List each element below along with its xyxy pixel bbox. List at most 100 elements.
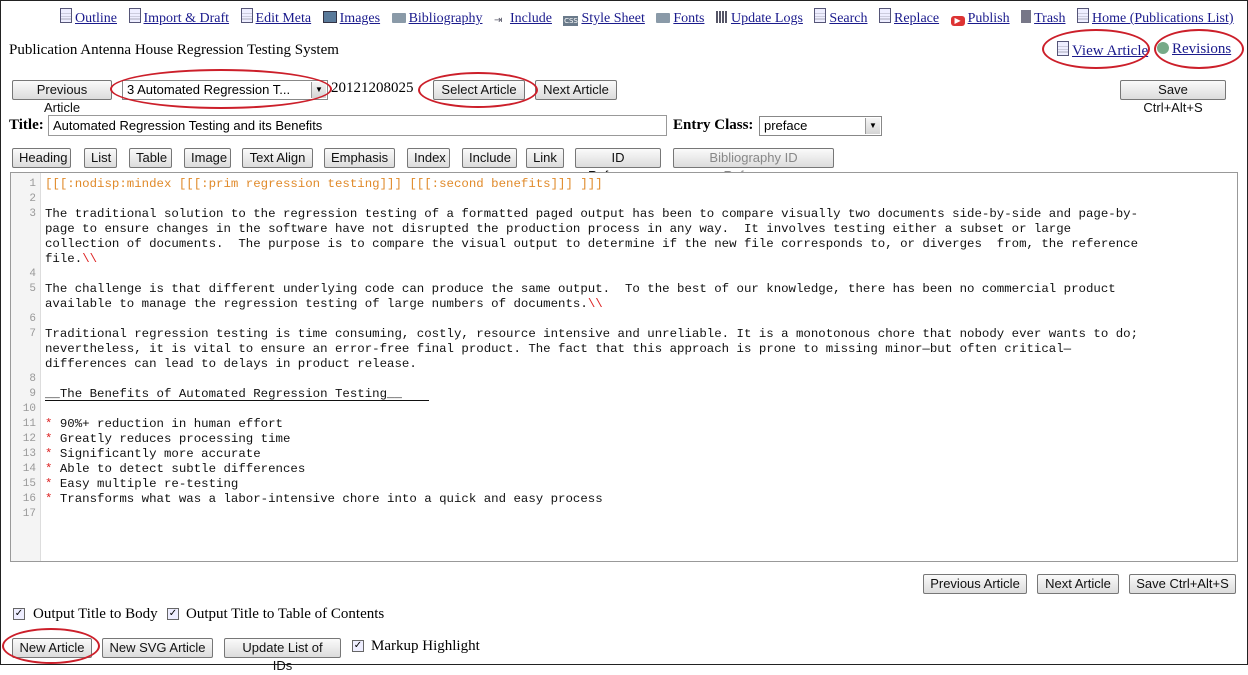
nav-images[interactable]: Images: [322, 11, 380, 27]
line-number: 9: [29, 388, 36, 400]
code-line: Traditional regression testing is time c…: [45, 327, 1139, 341]
line-number: 11: [22, 418, 36, 430]
nav-link[interactable]: Trash: [1034, 11, 1065, 26]
nav-outline[interactable]: Outline: [60, 8, 117, 27]
markup-highlight-label: Markup Highlight: [371, 638, 480, 654]
code-line: page to ensure changes in the software h…: [45, 222, 1072, 236]
article-select[interactable]: 3 Automated Regression T... ▼: [122, 80, 328, 100]
line-number: 12: [22, 433, 36, 445]
nav-style-sheet[interactable]: CSS Style Sheet: [563, 11, 645, 27]
doc-icon: [60, 8, 72, 23]
bottom-next-article-button[interactable]: Next Article: [1037, 574, 1119, 594]
output-title-toc-checkbox[interactable]: ✓: [167, 608, 179, 620]
nav-link[interactable]: Images: [340, 11, 380, 26]
nav-replace[interactable]: Replace: [879, 8, 939, 27]
previous-article-button[interactable]: Previous Article: [12, 80, 112, 115]
entry-class-value: preface: [764, 118, 808, 133]
grid-icon: [715, 11, 728, 23]
nav-link[interactable]: Replace: [894, 11, 939, 26]
line-number: 6: [29, 313, 36, 325]
nav-link[interactable]: Search: [829, 11, 867, 26]
folder-icon: [656, 13, 671, 23]
id-reference-button[interactable]: ID Reference: [575, 148, 661, 183]
revisions-icon: [1157, 42, 1169, 54]
nav-link[interactable]: Home (Publications List): [1092, 11, 1234, 26]
nav-search[interactable]: Search: [814, 8, 868, 27]
trash-icon: [1021, 10, 1032, 23]
include-button[interactable]: Include: [462, 148, 517, 168]
update-list-of-ids-button[interactable]: Update List of IDs: [224, 638, 341, 673]
top-nav: Outline Import & Draft Edit Meta Images …: [60, 8, 1242, 28]
nav-trash[interactable]: Trash: [1021, 10, 1066, 27]
bottom-save-button[interactable]: Save Ctrl+Alt+S: [1129, 574, 1236, 594]
nav-link[interactable]: Include: [510, 11, 552, 26]
revisions-link[interactable]: Revisions: [1157, 41, 1231, 58]
include-icon: ⇥: [493, 15, 503, 26]
nav-link[interactable]: Edit Meta: [256, 11, 312, 26]
output-title-body-checkbox[interactable]: ✓: [13, 608, 25, 620]
bottom-previous-article-button[interactable]: Previous Article: [923, 574, 1027, 594]
nav-link[interactable]: Update Logs: [731, 11, 803, 26]
list-item-text: Greatly reduces processing time: [59, 432, 291, 446]
nav-import-draft[interactable]: Import & Draft: [128, 8, 230, 27]
line-number: 3: [29, 208, 36, 220]
publication-title: Publication Antenna House Regression Tes…: [9, 42, 339, 58]
nav-link[interactable]: Outline: [75, 11, 117, 26]
nav-link[interactable]: Style Sheet: [581, 11, 644, 26]
line-number: 8: [29, 373, 36, 385]
entry-class-select[interactable]: preface ▼: [759, 116, 882, 136]
list-item-text: Able to detect subtle differences: [59, 462, 306, 476]
text-align-button[interactable]: Text Align: [242, 148, 313, 168]
nav-link[interactable]: Publish: [968, 11, 1010, 26]
nav-include[interactable]: ⇥ Include: [494, 11, 552, 28]
nav-link[interactable]: Bibliography: [409, 11, 483, 26]
list-item-text: Significantly more accurate: [59, 447, 261, 461]
list-item-text: 90%+ reduction in human effort: [59, 417, 283, 431]
link-button[interactable]: Link: [526, 148, 564, 168]
doc-icon: [879, 8, 891, 23]
article-id: 20121208025: [331, 80, 414, 96]
index-button[interactable]: Index: [407, 148, 450, 168]
list-item: * Able to detect subtle differences: [45, 462, 305, 477]
title-input[interactable]: Automated Regression Testing and its Ben…: [48, 115, 667, 136]
nav-publish[interactable]: ▶ Publish: [950, 11, 1010, 27]
bullet-markup: *: [45, 432, 53, 446]
nav-bibliography[interactable]: Bibliography: [391, 10, 483, 27]
nav-edit-meta[interactable]: Edit Meta: [240, 8, 312, 27]
list-item: * Transforms what was a labor-intensive …: [45, 492, 603, 507]
markup-highlight-checkbox[interactable]: ✓: [352, 640, 364, 652]
emphasis-button[interactable]: Emphasis: [324, 148, 395, 168]
chevron-down-icon: ▼: [311, 82, 326, 98]
new-article-button[interactable]: New Article: [12, 638, 92, 658]
line-number: 4: [29, 268, 36, 280]
new-svg-article-button[interactable]: New SVG Article: [102, 638, 213, 658]
next-article-button[interactable]: Next Article: [535, 80, 617, 100]
line-number: 15: [22, 478, 36, 490]
list-button[interactable]: List: [84, 148, 117, 168]
nav-update-logs[interactable]: Update Logs: [715, 11, 803, 27]
image-button[interactable]: Image: [184, 148, 231, 168]
code-text: file.: [45, 252, 83, 266]
code-line: differences can lead to delays in produc…: [45, 357, 417, 371]
doc-icon: [814, 8, 827, 23]
line-number: 2: [29, 193, 36, 205]
table-button[interactable]: Table: [129, 148, 172, 168]
nav-link[interactable]: Fonts: [673, 11, 704, 26]
doc-icon: [1077, 8, 1089, 23]
bibliography-id-reference-button[interactable]: Bibliography ID Reference: [673, 148, 834, 183]
nav-home[interactable]: Home (Publications List): [1077, 8, 1234, 27]
markup-editor[interactable]: 1 2 3 4 5 6 7 8 9 10 11 12 13 14 15 16 1…: [10, 172, 1238, 562]
view-article-label[interactable]: View Article: [1072, 43, 1148, 59]
view-article-link[interactable]: View Article: [1057, 41, 1148, 60]
select-article-button[interactable]: Select Article: [433, 80, 525, 100]
doc-icon: [240, 8, 253, 23]
code-line: available to manage the regression testi…: [45, 297, 603, 312]
heading-underline: [45, 400, 429, 401]
title-label: Title:: [9, 117, 44, 133]
line-break-markup: \\: [82, 252, 98, 266]
heading-button[interactable]: Heading: [12, 148, 71, 168]
revisions-label[interactable]: Revisions: [1172, 41, 1231, 57]
nav-link[interactable]: Import & Draft: [144, 11, 230, 26]
nav-fonts[interactable]: Fonts: [656, 10, 704, 27]
save-button[interactable]: Save Ctrl+Alt+S: [1120, 80, 1226, 115]
